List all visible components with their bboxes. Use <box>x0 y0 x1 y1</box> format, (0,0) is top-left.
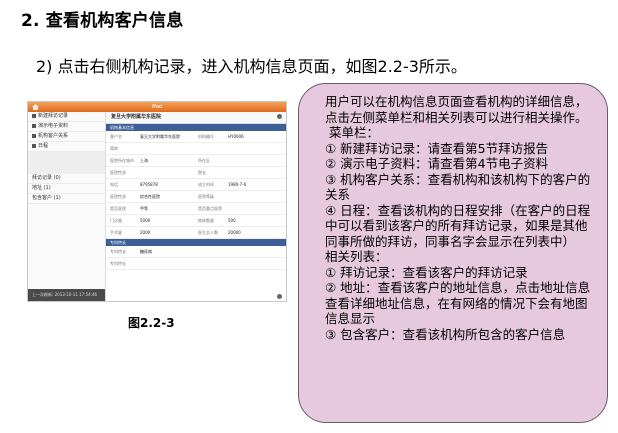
field-value: 综合性医院 <box>140 194 160 199</box>
field-label: 简称 <box>110 146 118 151</box>
field-label: 院长 <box>198 170 206 175</box>
field-row: 手术量 2000 医生总人数 20000 <box>106 227 286 239</box>
list-item-address[interactable]: 地址 (1) <box>28 184 105 194</box>
field-value: 500 <box>228 218 236 223</box>
note-line: ③ 包含客户：查看该机构所包含的客户信息 <box>325 326 566 342</box>
field-value: HY0006 <box>228 134 244 139</box>
explanation-callout: 用户可以在机构信息页面查看机构的详细信息，点击左侧菜单栏和相关列表可以进行相关操… <box>298 83 608 423</box>
detail-panel: 复旦大学附属华东医院 机构基本信息 客户名 复旦大学附属华东医院 机构编号 HY000… <box>106 112 286 301</box>
refresh-footer: 上一次刷新: 2013-10-11 17:54:46 <box>28 289 105 301</box>
field-row: 医院性质 综合性医院 医院等级 <box>106 191 286 203</box>
list-item-contained-customers[interactable]: 包含客户 (1) <box>28 194 105 204</box>
menu-item-presentation[interactable]: 演示电子资料 <box>28 122 105 132</box>
field-label: 成立时间 <box>198 182 214 187</box>
field-label: 医院等级 <box>198 194 214 199</box>
field-row: 是否医保 甲等 是否重点医院 <box>106 203 286 215</box>
network-icon <box>32 133 36 138</box>
field-label: 医院所在城市 <box>110 158 134 163</box>
field-value: 上海 <box>140 158 148 163</box>
field-row: 专科特长 糖尿病 <box>106 246 286 258</box>
field-label: 病床数量 <box>198 218 214 223</box>
field-label: 客户名 <box>110 134 122 139</box>
note-line: ② 演示电子资料：请查看第4节电子资料 <box>325 156 549 171</box>
field-row: 电话 8795878 成立时间 1980-7-6 <box>106 179 286 191</box>
note-line: 用户可以在机构信息页面查看机构的详细信息，点击左侧菜单栏和相关列表可以进行相关操… <box>325 94 588 125</box>
field-row: 专科特长 <box>106 258 286 270</box>
field-label: 医院性质 <box>110 194 126 199</box>
note-line: ① 新建拜访记录：请查看第5节拜访报告 <box>325 140 549 156</box>
menu-label: 机构客户关系 <box>38 133 69 139</box>
section-header-special: 专科特长 <box>106 239 286 246</box>
field-value: 8795878 <box>140 182 158 187</box>
field-label: 专科特长 <box>110 249 126 254</box>
note-line: ① 拜访记录：查看该客户的拜访记录 <box>325 264 528 280</box>
status-bar: iPad <box>28 102 286 112</box>
field-label: 医生总人数 <box>198 230 218 235</box>
figure-caption: 图2.2-3 <box>128 316 175 330</box>
field-row: 简称 <box>106 143 286 155</box>
menu-item-new-visit[interactable]: 新建拜访记录 <box>28 112 105 122</box>
page-title: 复旦大学附属华东医院 <box>106 112 286 124</box>
field-label: 手术量 <box>110 230 122 235</box>
field-value: 2000 <box>140 230 151 235</box>
field-row: 客户名 复旦大学附属华东医院 机构编号 HY0006 <box>106 131 286 143</box>
menu-item-schedule[interactable]: 日程 <box>28 142 105 152</box>
field-label: 专科特长 <box>110 261 126 266</box>
field-value: 糖尿病 <box>140 249 152 254</box>
sidebar: 新建拜访记录 演示电子资料 机构客户关系 日程 拜访记录 (0) 地址 (1) … <box>28 112 106 301</box>
tools-icon[interactable] <box>277 114 282 119</box>
menu-label: 演示电子资料 <box>38 123 69 129</box>
field-label: 电话 <box>110 182 118 187</box>
note-line: ③ 机构客户关系：查看机构和该机构下的客户的关系 <box>325 171 591 203</box>
sidebar-divider <box>28 152 105 174</box>
field-row: 门诊量 5000 病床数量 500 <box>106 215 286 227</box>
note-line: 菜单栏： <box>329 125 380 140</box>
field-label: 医院性质 <box>110 170 126 175</box>
note-line: ④ 日程：查看该机构的日程安排（在客户的日程中可以看到该客户的所有拜访记录，如果… <box>325 202 591 249</box>
page-title-text: 复旦大学附属华东医院 <box>111 114 162 120</box>
field-row: 医院性质 院长 <box>106 167 286 179</box>
menu-label: 日程 <box>38 143 49 149</box>
field-value: 复旦大学附属华东医院 <box>140 134 180 139</box>
ipad-screenshot: iPad 新建拜访记录 演示电子资料 机构客户关系 日程 拜访记录 (0) 地址… <box>27 101 287 302</box>
app-title: iPad <box>151 104 163 110</box>
list-item-visits[interactable]: 拜访记录 (0) <box>28 174 105 184</box>
section-header-basic: 机构基本信息 <box>106 124 286 131</box>
field-label: 是否重点医院 <box>198 206 222 211</box>
field-label: 是否医保 <box>110 206 126 211</box>
field-label: 机构编号 <box>198 134 214 139</box>
intro-text: 2) 点击右侧机构记录，进入机构信息页面，如图2.2-3所示。 <box>36 57 467 76</box>
document-icon <box>32 123 36 128</box>
calendar-icon <box>32 143 36 148</box>
field-value: 20000 <box>228 230 241 235</box>
edit-icon <box>32 113 36 118</box>
note-line: ② 地址：查看该客户的地址信息，点击地址信息查看详细地址信息，在有网络的情况下会… <box>325 280 591 326</box>
field-label: 所在区 <box>198 158 210 163</box>
field-value: 甲等 <box>140 206 148 211</box>
menu-item-relationship[interactable]: 机构客户关系 <box>28 132 105 142</box>
field-row: 医院所在城市 上海 所在区 <box>106 155 286 167</box>
field-value: 1980-7-6 <box>228 182 247 187</box>
field-value: 5000 <box>140 218 151 223</box>
menu-label: 新建拜访记录 <box>38 113 69 119</box>
field-label: 门诊量 <box>110 218 122 223</box>
section-heading: 2. 查看机构客户信息 <box>21 11 184 31</box>
note-line: 相关列表： <box>325 249 388 264</box>
help-icon[interactable] <box>277 294 282 299</box>
